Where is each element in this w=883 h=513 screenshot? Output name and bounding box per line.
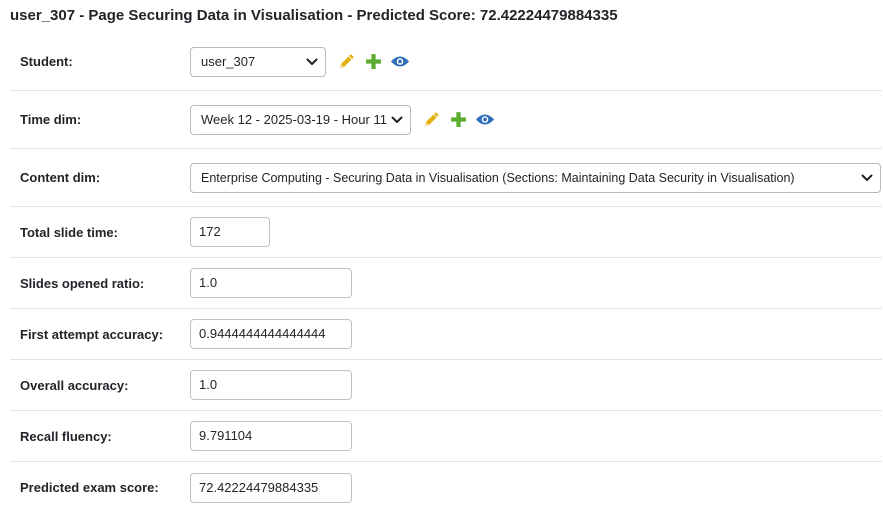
form-row-student: Student: user_307 [10, 33, 882, 91]
student-select[interactable]: user_307 [190, 46, 326, 77]
student-actions [336, 52, 410, 72]
form-row-total-slide-time: Total slide time: 172 [10, 207, 882, 258]
form-row-content-dim: Content dim: Enterprise Computing - Secu… [10, 149, 882, 207]
form-row-recall-fluency: Recall fluency: 9.791104 [10, 411, 882, 462]
page-title: user_307 - Page Securing Data in Visuali… [10, 7, 618, 24]
change-form: Student: user_307 Time dim: Week 12 - 20… [10, 33, 882, 513]
plus-icon[interactable] [448, 110, 468, 130]
overall-accuracy-input[interactable]: 1.0 [190, 370, 352, 400]
slides-opened-ratio-label: Slides opened ratio: [20, 275, 145, 291]
pencil-icon[interactable] [336, 52, 356, 72]
first-attempt-accuracy-input[interactable]: 0.9444444444444444 [190, 319, 352, 349]
predicted-exam-score-label: Predicted exam score: [20, 480, 159, 495]
form-row-time-dim: Time dim: Week 12 - 2025-03-19 - Hour 11 [10, 91, 882, 149]
total-slide-time-input[interactable]: 172 [190, 217, 270, 247]
recall-fluency-input[interactable]: 9.791104 [190, 421, 352, 451]
content-dim-select[interactable]: Enterprise Computing - Securing Data in … [190, 162, 881, 193]
slides-opened-ratio-input[interactable]: 1.0 [190, 268, 352, 298]
form-row-overall-accuracy: Overall accuracy: 1.0 [10, 360, 882, 411]
eye-icon[interactable] [390, 52, 410, 72]
total-slide-time-label: Total slide time: [20, 224, 118, 240]
chevron-down-icon [391, 106, 403, 134]
eye-icon[interactable] [475, 110, 495, 130]
content-dim-select-value: Enterprise Computing - Securing Data in … [201, 170, 795, 185]
form-row-predicted-exam-score: Predicted exam score: 72.42224479884335 [10, 462, 882, 513]
form-row-slides-opened-ratio: Slides opened ratio: 1.0 [10, 258, 882, 309]
first-attempt-accuracy-label: First attempt accuracy: [20, 326, 164, 342]
plus-icon[interactable] [363, 52, 383, 72]
chevron-down-icon [306, 48, 318, 76]
recall-fluency-label: Recall fluency: [20, 428, 112, 444]
form-row-first-attempt-accuracy: First attempt accuracy: 0.94444444444444… [10, 309, 882, 360]
student-label: Student: [20, 54, 73, 69]
predicted-exam-score-input[interactable]: 72.42224479884335 [190, 472, 352, 503]
student-select-value: user_307 [201, 53, 256, 69]
time-dim-select-value: Week 12 - 2025-03-19 - Hour 11 [201, 111, 387, 127]
pencil-icon[interactable] [421, 110, 441, 130]
content-dim-label: Content dim: [20, 170, 101, 185]
time-dim-select[interactable]: Week 12 - 2025-03-19 - Hour 11 [190, 104, 411, 135]
time-dim-actions [421, 110, 495, 130]
chevron-down-icon [861, 164, 873, 192]
time-dim-label: Time dim: [20, 112, 82, 127]
overall-accuracy-label: Overall accuracy: [20, 377, 129, 393]
